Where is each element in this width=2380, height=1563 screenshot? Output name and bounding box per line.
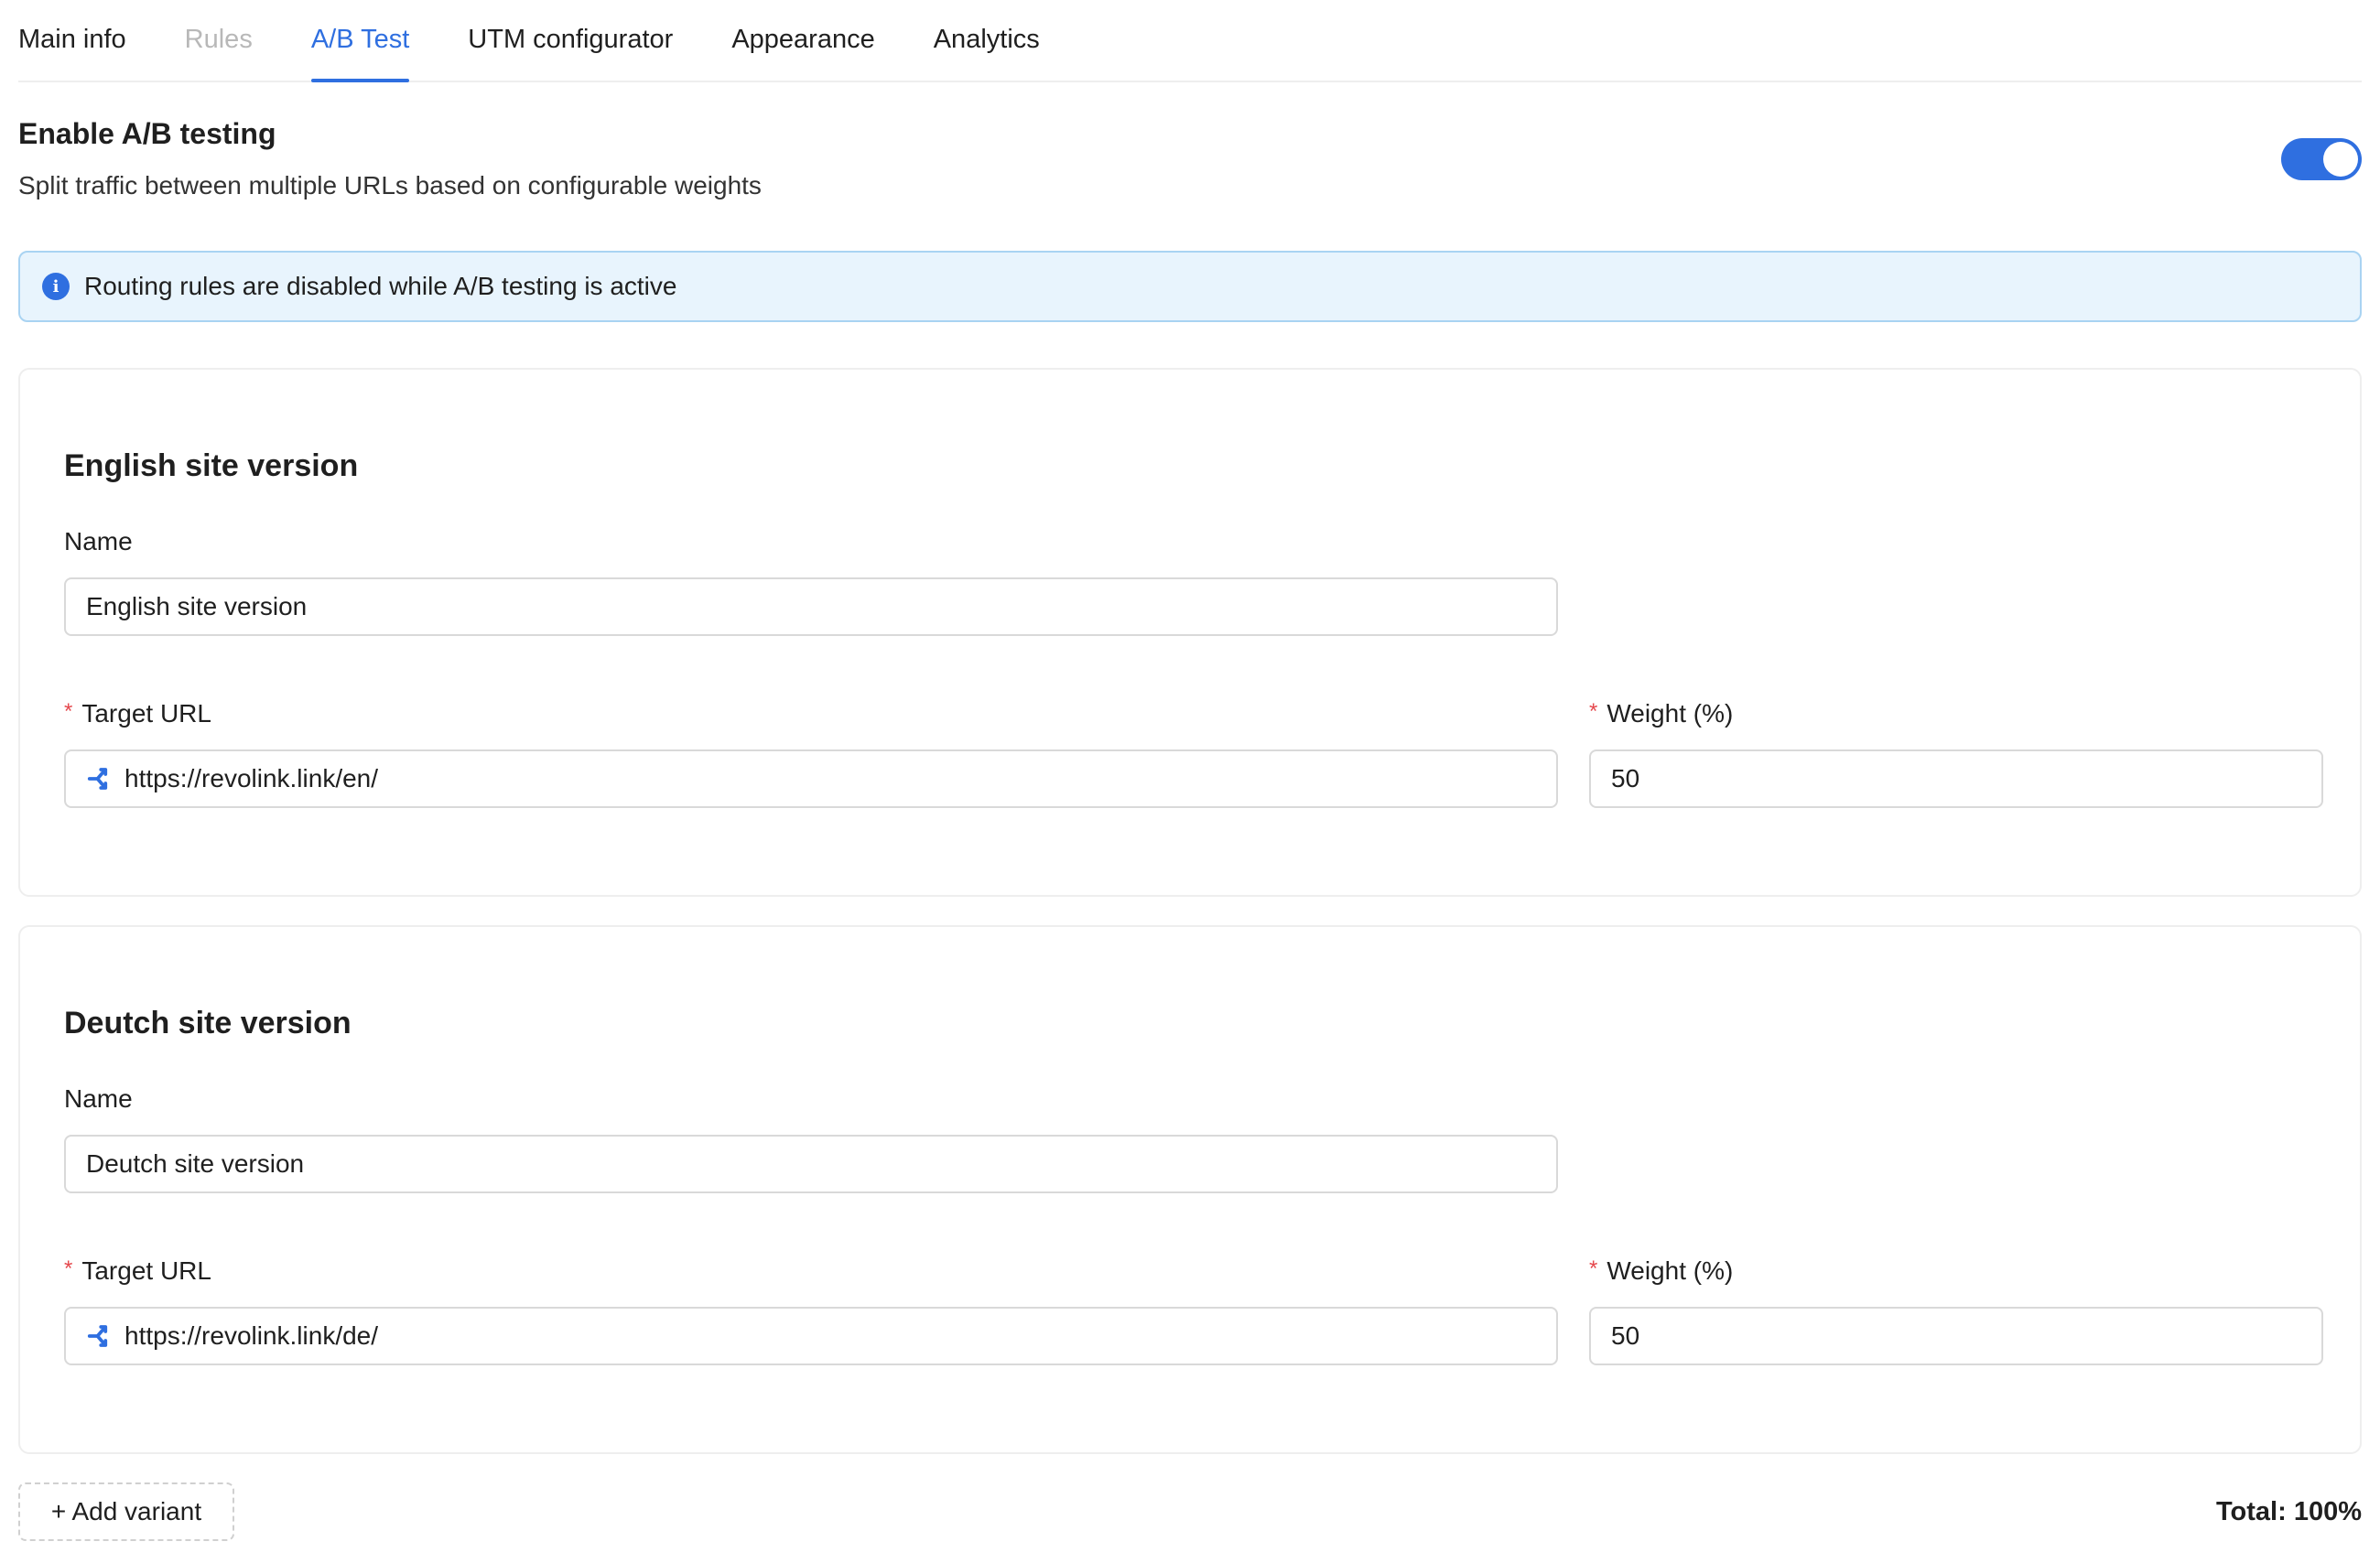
- required-marker: *: [64, 699, 73, 724]
- target-url-label: * Target URL: [64, 699, 211, 728]
- name-input[interactable]: Deutch site version: [64, 1135, 1558, 1193]
- split-arrow-icon: [87, 1325, 108, 1347]
- tab-rules[interactable]: Rules: [185, 0, 253, 81]
- weight-input[interactable]: 50: [1589, 749, 2323, 808]
- tab-utm-configurator[interactable]: UTM configurator: [468, 0, 673, 81]
- variant-title: Deutch site version: [64, 1006, 352, 1040]
- required-marker: *: [1589, 699, 1598, 724]
- weight-value: 50: [1611, 764, 1640, 792]
- ab-testing-title: Enable A/B testing: [18, 117, 276, 150]
- variant-card: Deutch site version Name Deutch site ver…: [18, 925, 2362, 1454]
- variant-card: English site version Name English site v…: [18, 368, 2362, 897]
- split-arrow-icon: [87, 768, 108, 790]
- add-variant-button[interactable]: + Add variant: [18, 1482, 234, 1541]
- required-marker: *: [64, 1256, 73, 1281]
- ab-testing-description: Split traffic between multiple URLs base…: [18, 171, 762, 199]
- weight-value: 50: [1611, 1321, 1640, 1350]
- info-alert: i Routing rules are disabled while A/B t…: [18, 251, 2362, 322]
- tab-analytics[interactable]: Analytics: [934, 0, 1040, 81]
- name-input[interactable]: English site version: [64, 577, 1558, 636]
- ab-testing-toggle[interactable]: [2281, 138, 2362, 180]
- alert-text: Routing rules are disabled while A/B tes…: [84, 272, 677, 300]
- tab-bar: Main info Rules A/B Test UTM configurato…: [18, 0, 2362, 82]
- total-weight: Total: 100%: [2215, 1497, 2362, 1526]
- ab-test-page: Main info Rules A/B Test UTM configurato…: [0, 0, 2380, 1563]
- required-marker: *: [1589, 1256, 1598, 1281]
- toggle-knob: [2323, 142, 2358, 177]
- target-url-label: * Target URL: [64, 1256, 211, 1285]
- target-url-value: https://revolink.link/de/: [124, 1321, 379, 1350]
- tab-appearance[interactable]: Appearance: [731, 0, 874, 81]
- tab-ab-test[interactable]: A/B Test: [310, 0, 410, 82]
- info-icon: i: [42, 273, 70, 300]
- name-input-value: Deutch site version: [86, 1149, 305, 1178]
- variant-title: English site version: [64, 448, 359, 483]
- target-url-input[interactable]: https://revolink.link/en/: [64, 749, 1558, 808]
- tab-main-info[interactable]: Main info: [18, 0, 126, 81]
- name-input-value: English site version: [86, 592, 308, 620]
- name-label: Name: [64, 527, 133, 555]
- target-url-value: https://revolink.link/en/: [124, 764, 379, 792]
- target-url-input[interactable]: https://revolink.link/de/: [64, 1307, 1558, 1365]
- weight-label: * Weight (%): [1589, 1256, 1734, 1285]
- weight-input[interactable]: 50: [1589, 1307, 2323, 1365]
- weight-label: * Weight (%): [1589, 699, 1734, 728]
- ab-testing-header: Enable A/B testing Split traffic between…: [18, 117, 2362, 200]
- name-label: Name: [64, 1084, 133, 1113]
